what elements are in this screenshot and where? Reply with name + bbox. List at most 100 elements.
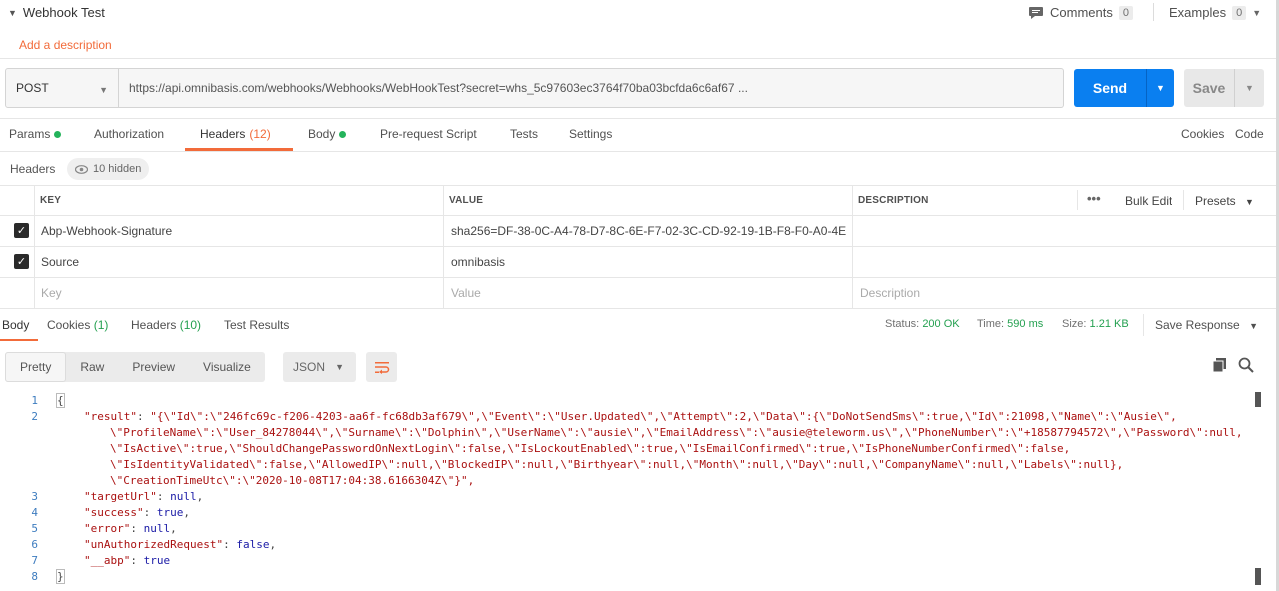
response-body-viewer[interactable]: 1 2 3 4 5 6 7 8 { "result": "{\"Id\":\"2… xyxy=(0,392,1279,591)
send-options-button[interactable]: ▼ xyxy=(1146,69,1174,107)
tab-tests[interactable]: Tests xyxy=(510,127,538,141)
close-brace: } xyxy=(56,569,65,584)
json-value: null xyxy=(170,490,197,503)
scrollbar-thumb[interactable] xyxy=(1255,392,1261,407)
save-options-button[interactable]: ▼ xyxy=(1234,69,1264,107)
wrap-lines-button[interactable] xyxy=(366,352,397,382)
table-col-divider xyxy=(852,185,853,309)
row-enabled-checkbox[interactable]: ✓ xyxy=(14,223,29,238)
presets-dropdown[interactable]: Presets ▼ xyxy=(1195,194,1254,208)
json-key: "unAuthorizedRequest" xyxy=(84,538,224,551)
examples-label: Examples xyxy=(1169,5,1227,20)
collapse-caret-icon[interactable]: ▼ xyxy=(8,8,17,18)
tab-params[interactable]: Params xyxy=(9,127,62,141)
json-key: "__abp" xyxy=(84,554,131,567)
row-enabled-checkbox[interactable]: ✓ xyxy=(14,254,29,269)
response-tab-headers[interactable]: Headers (10) xyxy=(131,318,201,332)
json-value: false xyxy=(236,538,270,551)
bulk-edit-link[interactable]: Bulk Edit xyxy=(1125,194,1172,208)
code-line-wrap: \"CreationTimeUtc\":\"2020-10-08T17:04:3… xyxy=(110,474,475,487)
tab-settings[interactable]: Settings xyxy=(569,127,612,141)
tab-prerequest-script[interactable]: Pre-request Script xyxy=(380,127,477,141)
response-tab-test-results[interactable]: Test Results xyxy=(224,318,289,332)
status-value: 200 OK xyxy=(922,318,960,330)
response-size: Size: 1.21 KB xyxy=(1062,318,1129,330)
tab-params-label: Params xyxy=(9,127,51,141)
request-title[interactable]: ▼ Webhook Test xyxy=(8,5,105,20)
header-key-cell[interactable]: Source xyxy=(41,255,79,269)
column-header-description: DESCRIPTION xyxy=(858,195,929,206)
table-row-border xyxy=(0,277,1279,278)
method-select[interactable]: POST ▼ xyxy=(5,68,119,108)
chevron-down-icon: ▼ xyxy=(335,362,344,372)
response-tab-cookies-label: Cookies xyxy=(47,318,91,332)
view-preview-button[interactable]: Preview xyxy=(118,352,189,382)
hidden-count-label: 10 hidden xyxy=(93,163,142,175)
code-link[interactable]: Code xyxy=(1235,127,1264,141)
format-value: JSON xyxy=(293,360,326,374)
tab-authorization[interactable]: Authorization xyxy=(94,127,164,141)
comments-count-badge: 0 xyxy=(1118,5,1133,20)
divider xyxy=(0,58,1279,59)
chevron-down-icon: ▼ xyxy=(1249,321,1258,331)
more-options-icon[interactable]: ••• xyxy=(1087,191,1101,206)
chevron-down-icon: ▼ xyxy=(1252,7,1262,18)
cookies-link[interactable]: Cookies xyxy=(1181,127,1224,141)
code-line-abp: "__abp": true xyxy=(84,554,171,567)
json-value: null xyxy=(143,522,171,535)
view-visualize-button[interactable]: Visualize xyxy=(189,352,265,382)
tab-headers[interactable]: Headers (12) xyxy=(200,127,271,141)
save-button[interactable]: Save xyxy=(1184,69,1234,107)
comments-button[interactable]: Comments 0 xyxy=(1028,5,1133,20)
divider xyxy=(1153,3,1154,21)
tab-body[interactable]: Body xyxy=(308,127,347,141)
line-number: 5 xyxy=(31,522,38,535)
json-key: "targetUrl" xyxy=(84,490,157,503)
divider xyxy=(0,151,1279,152)
status-label: Status: xyxy=(885,318,920,330)
body-active-dot xyxy=(339,130,347,138)
format-select[interactable]: JSON ▼ xyxy=(283,352,356,382)
code-line-result: "result": "{\"Id\":\"246fc69c-f206-4203-… xyxy=(84,410,1177,423)
save-response-dropdown[interactable]: Save Response ▼ xyxy=(1155,318,1258,332)
line-number: 1 xyxy=(31,394,38,407)
table-col-divider xyxy=(34,185,35,309)
eye-icon xyxy=(75,164,88,174)
header-value-cell[interactable]: sha256=DF-38-0C-A4-78-D7-8C-6E-F7-02-3C-… xyxy=(451,224,846,238)
wrap-icon xyxy=(374,362,389,374)
code-line-wrap: \"IsIdentityValidated\":false,\"AllowedI… xyxy=(110,458,1124,471)
tab-headers-label: Headers xyxy=(200,127,246,141)
examples-button[interactable]: Examples 0 ▼ xyxy=(1169,5,1261,20)
json-key: "result" xyxy=(84,410,137,423)
response-tab-cookies[interactable]: Cookies (1) xyxy=(47,318,108,332)
active-response-tab-indicator xyxy=(0,339,38,341)
header-key-cell[interactable]: Abp-Webhook-Signature xyxy=(41,224,436,238)
presets-label: Presets xyxy=(1195,194,1236,208)
table-border xyxy=(0,185,1279,186)
send-button[interactable]: Send xyxy=(1074,69,1146,107)
response-tab-body[interactable]: Body xyxy=(2,318,29,332)
header-value-cell[interactable]: omnibasis xyxy=(451,255,505,269)
save-response-label: Save Response xyxy=(1155,318,1240,332)
column-header-key: KEY xyxy=(40,195,62,206)
new-description-input[interactable]: Description xyxy=(860,286,920,300)
hidden-headers-toggle[interactable]: 10 hidden xyxy=(67,158,150,180)
add-description-link[interactable]: Add a description xyxy=(19,38,112,52)
code-line-error: "error": null, xyxy=(84,522,177,535)
search-icon[interactable] xyxy=(1238,357,1254,373)
view-raw-button[interactable]: Raw xyxy=(66,352,118,382)
chevron-down-icon: ▼ xyxy=(99,85,108,95)
copy-icon[interactable] xyxy=(1212,357,1228,373)
new-key-input[interactable]: Key xyxy=(41,286,62,300)
view-pretty-button[interactable]: Pretty xyxy=(5,352,67,382)
line-number: 3 xyxy=(31,490,38,503)
tab-body-label: Body xyxy=(308,127,336,141)
scrollbar-thumb[interactable] xyxy=(1255,568,1261,585)
table-row-border xyxy=(0,246,1279,247)
table-row-border xyxy=(0,215,1279,216)
new-value-input[interactable]: Value xyxy=(451,286,481,300)
examples-count-badge: 0 xyxy=(1232,5,1247,20)
response-status: Status: 200 OK xyxy=(885,318,960,330)
url-input[interactable]: https://api.omnibasis.com/webhooks/Webho… xyxy=(119,68,1064,108)
line-number: 6 xyxy=(31,538,38,551)
